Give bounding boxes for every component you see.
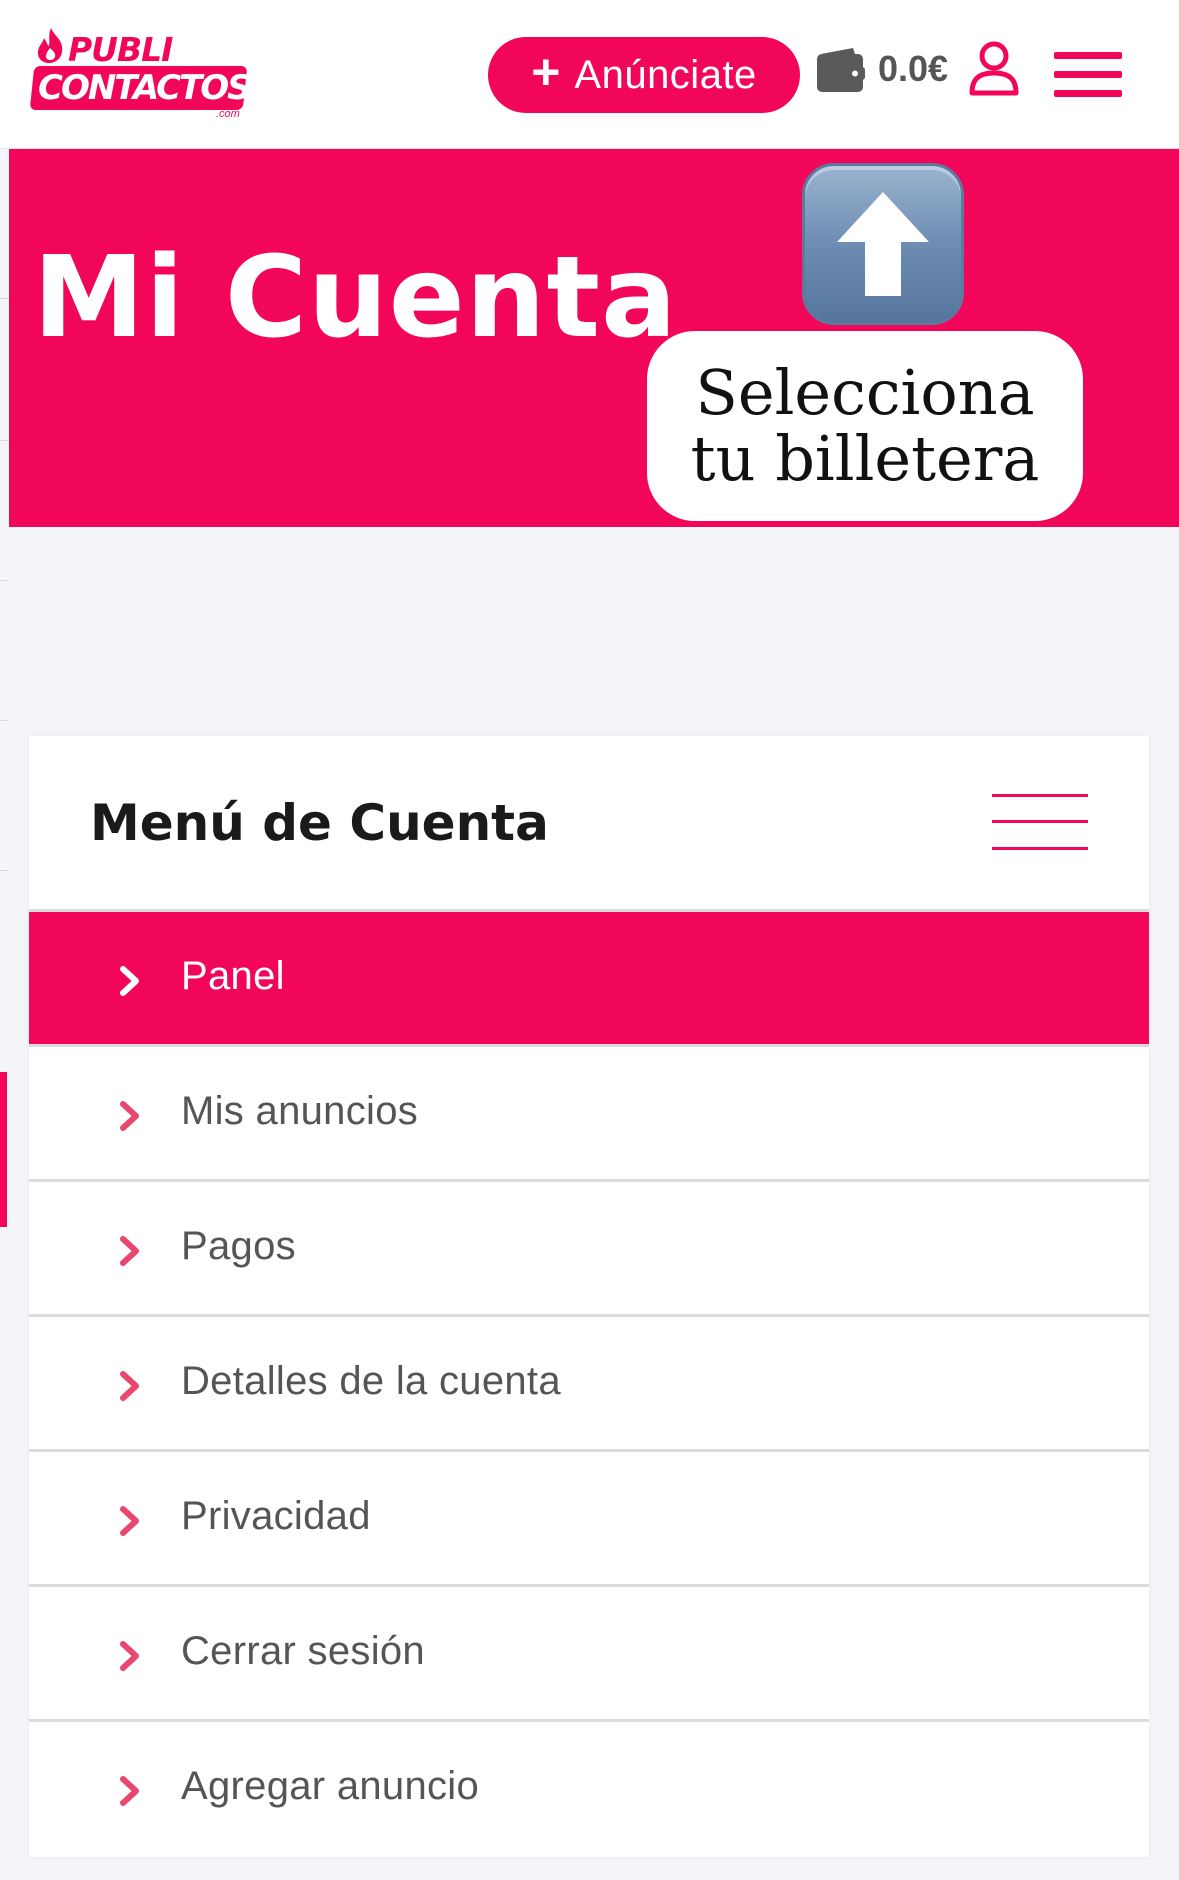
- chevron-right-icon: [120, 1236, 139, 1266]
- callout-line-2: tu billetera: [690, 422, 1040, 495]
- up-arrow-emoji-icon: [802, 163, 964, 325]
- announce-button[interactable]: + Anúnciate: [488, 37, 800, 113]
- user-icon[interactable]: [968, 40, 1020, 96]
- callout-line-1: Selecciona: [695, 356, 1035, 429]
- menu-item-label: Pagos: [181, 1224, 296, 1268]
- menu-item-privacidad[interactable]: Privacidad: [29, 1452, 1149, 1587]
- menu-item-label: Detalles de la cuenta: [181, 1359, 561, 1403]
- menu-toggle-icon[interactable]: [992, 794, 1088, 852]
- wallet-balance[interactable]: 0.0€: [878, 48, 948, 90]
- menu-item-panel[interactable]: Panel: [29, 912, 1149, 1047]
- chevron-right-icon: [120, 1506, 139, 1536]
- chevron-right-icon: [120, 1371, 139, 1401]
- menu-item-label: Agregar anuncio: [181, 1764, 480, 1808]
- menu-item-agregar-anuncio[interactable]: Agregar anuncio: [29, 1722, 1149, 1857]
- wallet-icon[interactable]: [815, 46, 867, 94]
- plus-icon: +: [531, 44, 561, 100]
- account-menu-header: Menú de Cuenta: [29, 736, 1149, 912]
- site-header: PUBLI CONTACTOS .com + Anúnciate 0.0€: [0, 0, 1179, 149]
- chevron-right-icon: [120, 1641, 139, 1671]
- flame-icon: [37, 28, 63, 63]
- menu-item-pagos[interactable]: Pagos: [29, 1182, 1149, 1317]
- menu-item-label: Cerrar sesión: [181, 1629, 425, 1673]
- account-menu-card: Menú de Cuenta Panel Mis anuncios Pagos …: [29, 736, 1149, 1857]
- menu-item-label: Privacidad: [181, 1494, 371, 1538]
- account-menu-title: Menú de Cuenta: [90, 794, 549, 852]
- logo-suffix: .com: [216, 108, 240, 120]
- hamburger-menu-icon[interactable]: [1054, 50, 1122, 100]
- announce-button-label: Anúnciate: [574, 52, 757, 97]
- chevron-right-icon: [120, 1776, 139, 1806]
- menu-item-cerrar-sesion[interactable]: Cerrar sesión: [29, 1587, 1149, 1722]
- page-hero: Mi Cuenta Selecciona tu billetera: [9, 149, 1179, 527]
- page-title: Mi Cuenta: [33, 233, 678, 363]
- logo-bottom-text: CONTACTOS: [38, 68, 252, 108]
- menu-item-detalles-cuenta[interactable]: Detalles de la cuenta: [29, 1317, 1149, 1452]
- chevron-right-icon: [120, 966, 139, 996]
- left-edge-accent: [0, 1072, 7, 1227]
- menu-item-mis-anuncios[interactable]: Mis anuncios: [29, 1047, 1149, 1182]
- logo-top-text: PUBLI: [68, 30, 173, 69]
- publicontactos-logo[interactable]: PUBLI CONTACTOS .com: [29, 26, 252, 122]
- menu-item-label: Mis anuncios: [181, 1089, 419, 1133]
- menu-item-label: Panel: [181, 954, 285, 998]
- chevron-right-icon: [120, 1101, 139, 1131]
- instruction-callout: Selecciona tu billetera: [647, 331, 1083, 521]
